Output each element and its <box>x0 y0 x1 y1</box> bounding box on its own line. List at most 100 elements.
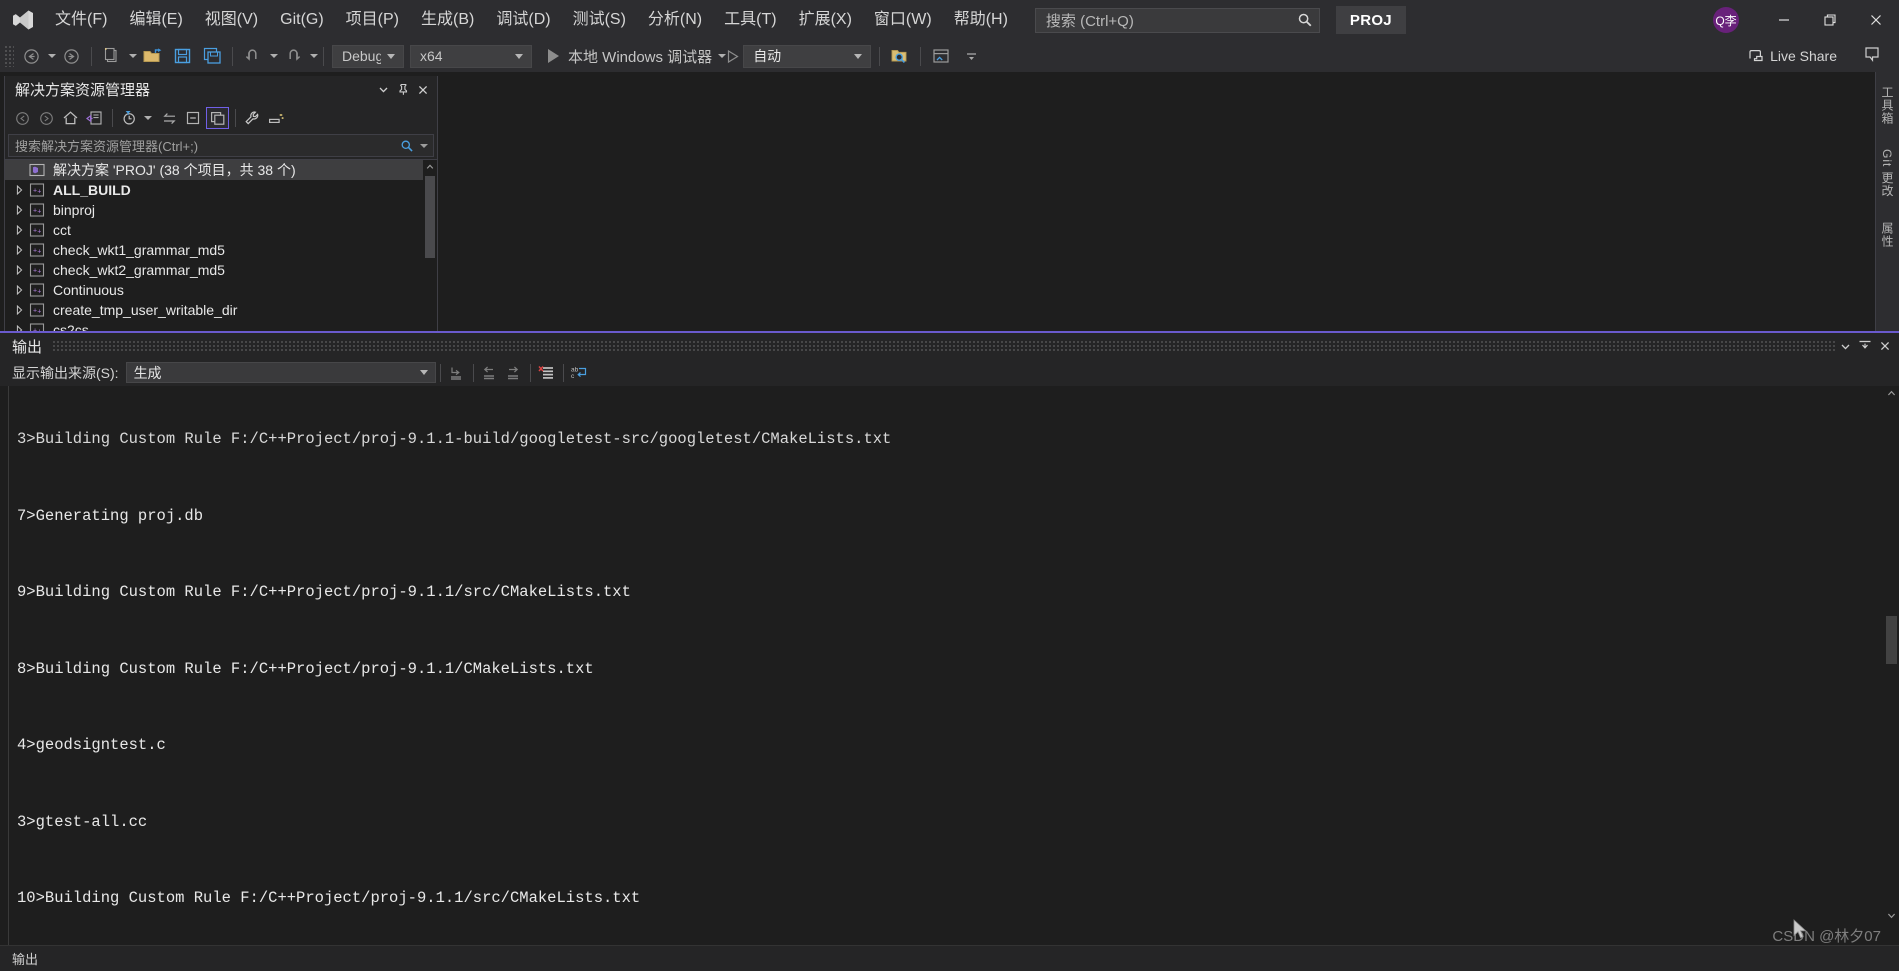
solution-explorer-close-button[interactable] <box>413 80 433 100</box>
tree-row-project-4[interactable]: + + check_wkt2_grammar_md5 <box>5 260 437 280</box>
redo-history-caret-icon[interactable] <box>310 54 318 58</box>
preview-icon <box>268 111 286 126</box>
close-icon <box>1869 13 1883 27</box>
output-dock-button[interactable] <box>1855 336 1875 356</box>
window-layout-icon <box>931 47 951 65</box>
back-history-caret-icon[interactable] <box>48 54 56 58</box>
solution-explorer-dropdown-button[interactable] <box>373 80 393 100</box>
se-preview-selected-button[interactable] <box>265 107 288 129</box>
save-button[interactable] <box>167 44 197 68</box>
tree-row-solution[interactable]: 解决方案 'PROJ' (38 个项目，共 38 个) <box>5 160 437 180</box>
minimize-button[interactable] <box>1761 0 1807 40</box>
tree-row-project-5[interactable]: + + Continuous <box>5 280 437 300</box>
new-item-caret-icon[interactable] <box>129 54 137 58</box>
live-share-button[interactable]: Live Share <box>1748 48 1837 64</box>
tree-row-project-6[interactable]: + + create_tmp_user_writable_dir <box>5 300 437 320</box>
undo-history-caret-icon[interactable] <box>270 54 278 58</box>
debug-target-caret-icon[interactable] <box>718 54 726 58</box>
quick-search-placeholder: 搜索 (Ctrl+Q) <box>1046 10 1297 31</box>
right-tab-properties[interactable]: 属性 <box>1879 216 1896 254</box>
menu-test[interactable]: 测试(S) <box>562 0 637 40</box>
se-pending-changes-button[interactable] <box>83 107 106 129</box>
output-text-area[interactable]: 3>Building Custom Rule F:/C++Project/pro… <box>0 386 1899 945</box>
se-show-all-files-button[interactable] <box>206 107 229 129</box>
window-layout-button[interactable] <box>926 44 956 68</box>
redo-button[interactable] <box>278 44 308 68</box>
find-in-files-button[interactable] <box>885 44 915 68</box>
scrollbar-thumb[interactable] <box>425 176 435 258</box>
tree-row-project-0[interactable]: + + ALL_BUILD <box>5 180 437 200</box>
attach-mode-combo[interactable]: 自动 <box>743 45 871 68</box>
menu-window[interactable]: 窗口(W) <box>863 0 943 40</box>
restore-button[interactable] <box>1807 0 1853 40</box>
menu-edit[interactable]: 编辑(E) <box>118 0 193 40</box>
expander-icon[interactable] <box>11 262 27 278</box>
tree-row-project-3[interactable]: + + check_wkt1_grammar_md5 <box>5 240 437 260</box>
project-chip[interactable]: PROJ <box>1336 6 1406 34</box>
menu-view[interactable]: 视图(V) <box>194 0 269 40</box>
menu-analyze[interactable]: 分析(N) <box>637 0 713 40</box>
se-sync-button[interactable] <box>158 107 181 129</box>
send-feedback-button[interactable] <box>1863 45 1881 68</box>
previous-message-button[interactable] <box>478 362 502 384</box>
solution-explorer-search[interactable]: 搜索解决方案资源管理器(Ctrl+;) <box>8 134 434 157</box>
close-button[interactable] <box>1853 0 1899 40</box>
undo-button[interactable] <box>238 44 268 68</box>
menu-build[interactable]: 生成(B) <box>410 0 485 40</box>
avatar[interactable]: Q李 <box>1713 7 1739 33</box>
save-all-button[interactable] <box>197 44 227 68</box>
solution-explorer-pin-button[interactable] <box>393 80 413 100</box>
toggle-word-wrap-button[interactable]: ab c <box>568 362 592 384</box>
menu-file[interactable]: 文件(F) <box>44 0 118 40</box>
toolbar-grip[interactable] <box>4 45 14 67</box>
output-vertical-scrollbar[interactable] <box>1884 386 1899 945</box>
output-source-combo[interactable]: 生成 <box>126 362 436 383</box>
output-scroll-down-button[interactable] <box>1884 908 1899 923</box>
clear-all-button[interactable] <box>535 362 559 384</box>
quick-search-box[interactable]: 搜索 (Ctrl+Q) <box>1035 8 1320 33</box>
menu-help[interactable]: 帮助(H) <box>943 0 1019 40</box>
se-collapse-all-button[interactable] <box>182 107 205 129</box>
menu-extensions[interactable]: 扩展(X) <box>788 0 863 40</box>
new-item-button[interactable] <box>97 44 127 68</box>
next-message-button[interactable] <box>502 362 526 384</box>
solution-configuration-combo[interactable]: Debug <box>332 45 404 68</box>
expander-icon[interactable] <box>11 282 27 298</box>
right-tab-git-changes[interactable]: Git 更改 <box>1879 143 1896 204</box>
se-forward-button[interactable] <box>35 107 58 129</box>
toolbar-options-button[interactable] <box>956 44 986 68</box>
se-properties-button[interactable] <box>241 107 264 129</box>
open-file-button[interactable] <box>137 44 167 68</box>
navigate-backward-button[interactable] <box>16 44 46 68</box>
se-search-options-icon[interactable] <box>420 144 428 148</box>
output-scrollbar-thumb[interactable] <box>1886 616 1897 664</box>
debug-target-label[interactable]: 本地 Windows 调试器 <box>568 46 712 67</box>
output-close-button[interactable] <box>1875 336 1895 356</box>
se-view-history-button[interactable] <box>118 107 141 129</box>
start-debugging-icon[interactable] <box>548 49 559 63</box>
expander-icon[interactable] <box>11 222 27 238</box>
go-to-message-button[interactable] <box>445 362 469 384</box>
search-icon <box>1297 12 1313 28</box>
expander-icon[interactable] <box>11 242 27 258</box>
solution-platform-combo[interactable]: x64 <box>410 45 532 68</box>
expander-icon[interactable] <box>11 182 27 198</box>
output-dropdown-button[interactable] <box>1835 336 1855 356</box>
navigate-forward-button[interactable] <box>56 44 86 68</box>
se-view-history-caret-icon[interactable] <box>144 116 152 120</box>
se-back-button[interactable] <box>11 107 34 129</box>
scroll-up-button[interactable] <box>423 160 437 174</box>
menu-git[interactable]: Git(G) <box>269 0 335 40</box>
expander-icon[interactable] <box>11 202 27 218</box>
se-home-button[interactable] <box>59 107 82 129</box>
tree-row-project-2[interactable]: + + cct <box>5 220 437 240</box>
output-scroll-up-button[interactable] <box>1884 386 1899 401</box>
menu-tools[interactable]: 工具(T) <box>713 0 787 40</box>
output-drag-handle[interactable] <box>52 340 1835 352</box>
start-without-debugging-icon[interactable] <box>726 49 740 64</box>
expander-icon[interactable] <box>11 302 27 318</box>
right-tab-toolbox[interactable]: 工具箱 <box>1879 80 1896 131</box>
menu-project[interactable]: 项目(P) <box>335 0 410 40</box>
tree-row-project-1[interactable]: + + binproj <box>5 200 437 220</box>
menu-debug[interactable]: 调试(D) <box>485 0 561 40</box>
